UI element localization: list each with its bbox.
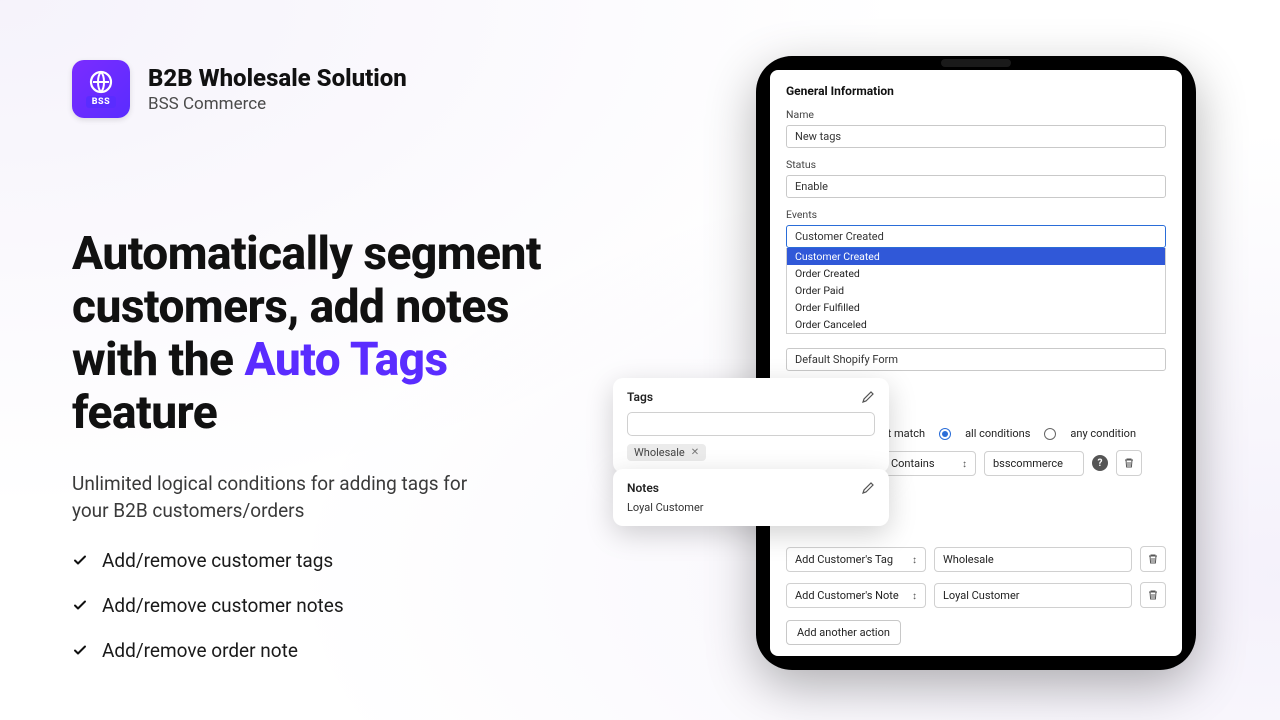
trash-icon (1147, 553, 1159, 565)
radio-any-condition[interactable] (1044, 428, 1056, 440)
bullet-text: Add/remove customer notes (102, 594, 344, 617)
action-type-select[interactable]: Add Customer's Tag (786, 547, 926, 572)
caret-updown-icon (954, 457, 967, 470)
status-select[interactable]: Enable (786, 175, 1166, 198)
condition-match-row: st match all conditions any condition (882, 427, 1166, 440)
events-option[interactable]: Order Created (787, 265, 1165, 282)
tag-chip[interactable]: Wholesale ✕ (627, 444, 706, 461)
tablet-camera (941, 59, 1011, 67)
events-option[interactable]: Customer Created (787, 248, 1165, 265)
app-vendor: BSS Commerce (148, 94, 407, 114)
delete-condition-button[interactable] (1116, 450, 1142, 476)
check-icon (72, 552, 88, 568)
events-option[interactable]: Order Canceled (787, 316, 1165, 333)
check-icon (72, 597, 88, 613)
action-value-input[interactable]: Wholesale (934, 547, 1132, 572)
tags-input[interactable] (627, 412, 875, 436)
radio-any-label: any condition (1070, 427, 1136, 440)
events-label: Events (786, 208, 1166, 221)
bullet-item: Add/remove customer tags (72, 549, 592, 572)
condition-row: Contains bsscommerce ? (882, 450, 1166, 476)
add-action-button[interactable]: Add another action (786, 620, 901, 645)
bullet-item: Add/remove order note (72, 639, 592, 662)
tags-title: Tags (627, 390, 653, 404)
events-option[interactable]: Order Paid (787, 282, 1165, 299)
tablet-mockup: General Information Name New tags Status… (756, 56, 1196, 670)
events-select[interactable]: Customer Created (786, 225, 1166, 248)
events-option[interactable]: Order Fulfilled (787, 299, 1165, 316)
tag-chip-label: Wholesale (634, 446, 685, 459)
remove-tag-icon[interactable]: ✕ (691, 447, 699, 458)
brand-block: BSS B2B Wholesale Solution BSS Commerce (72, 60, 592, 118)
name-label: Name (786, 108, 1166, 121)
marketing-headline: Automatically segment customers, add not… (72, 228, 592, 440)
help-icon[interactable]: ? (1092, 455, 1108, 471)
name-input[interactable]: New tags (786, 125, 1166, 148)
trash-icon (1147, 589, 1159, 601)
pencil-icon[interactable] (861, 390, 875, 404)
shopify-form-select[interactable]: Default Shopify Form (786, 348, 1166, 371)
app-logo-badge: BSS (86, 96, 116, 108)
bullet-text: Add/remove order note (102, 639, 298, 662)
app-screen: General Information Name New tags Status… (770, 70, 1182, 656)
action-row: Add Customer's Note Loyal Customer (786, 582, 1166, 608)
condition-operator-select[interactable]: Contains (882, 451, 976, 476)
marketing-column: BSS B2B Wholesale Solution BSS Commerce … (72, 60, 592, 662)
app-title: B2B Wholesale Solution (148, 64, 407, 92)
check-icon (72, 642, 88, 658)
section-title: General Information (786, 84, 1166, 98)
action-row: Add Customer's Tag Wholesale (786, 546, 1166, 572)
caret-updown-icon (904, 589, 917, 602)
marketing-subhead: Unlimited logical conditions for adding … (72, 470, 502, 525)
caret-updown-icon (904, 553, 917, 566)
trash-icon (1123, 457, 1135, 469)
notes-card: Notes Loyal Customer (613, 469, 889, 526)
notes-title: Notes (627, 481, 659, 495)
marketing-bullet-list: Add/remove customer tags Add/remove cust… (72, 549, 592, 662)
pencil-icon[interactable] (861, 481, 875, 495)
status-label: Status (786, 158, 1166, 171)
bullet-item: Add/remove customer notes (72, 594, 592, 617)
action-value-input[interactable]: Loyal Customer (934, 583, 1132, 608)
notes-body: Loyal Customer (627, 501, 875, 514)
delete-action-button[interactable] (1140, 582, 1166, 608)
tags-card: Tags Wholesale ✕ (613, 378, 889, 473)
radio-all-label: all conditions (965, 427, 1030, 440)
app-logo: BSS (72, 60, 130, 118)
radio-all-conditions[interactable] (939, 428, 951, 440)
bullet-text: Add/remove customer tags (102, 549, 333, 572)
delete-action-button[interactable] (1140, 546, 1166, 572)
events-dropdown[interactable]: Customer Created Order Created Order Pai… (786, 248, 1166, 334)
action-type-select[interactable]: Add Customer's Note (786, 583, 926, 608)
condition-value-input[interactable]: bsscommerce (984, 451, 1084, 476)
